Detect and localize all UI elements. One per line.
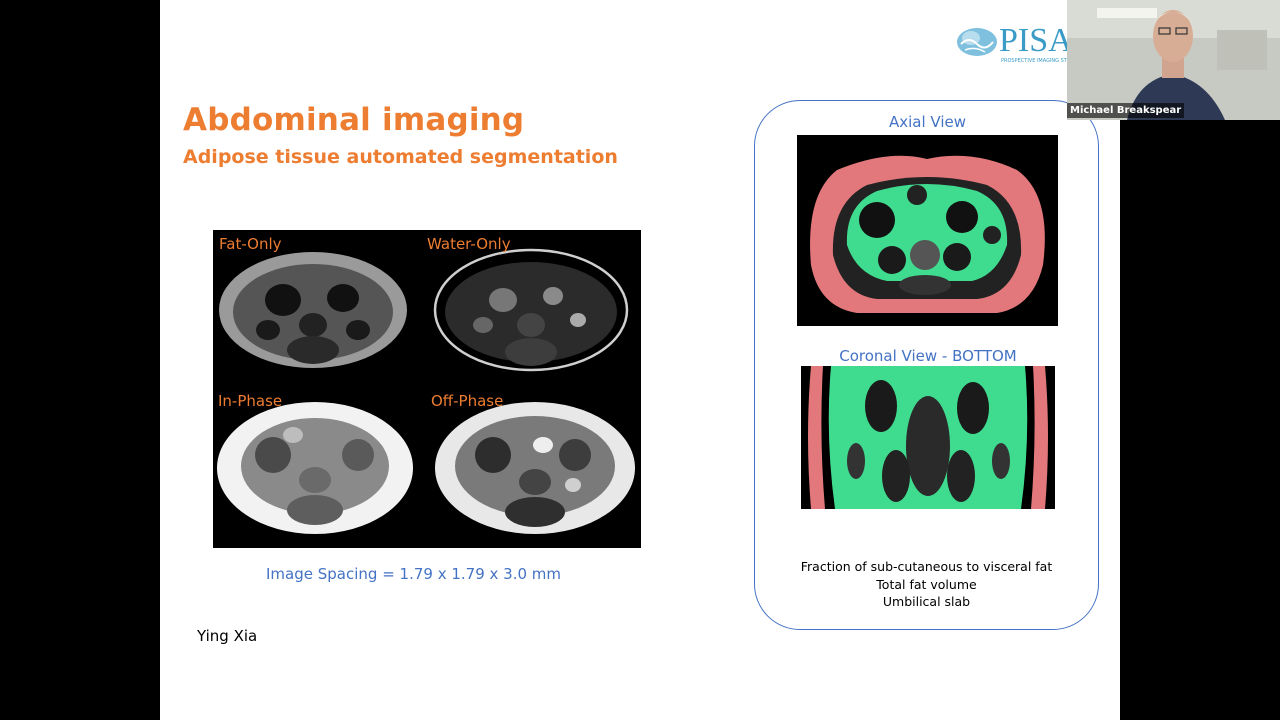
note-fraction: Fraction of sub-cutaneous to visceral fa… bbox=[800, 559, 1053, 574]
mri-label-water-only: Water-Only bbox=[427, 235, 511, 253]
axial-view-title: Axial View bbox=[888, 113, 967, 131]
participant-name-label: Michael Breakspear bbox=[1067, 103, 1185, 118]
in-phase-scan bbox=[217, 402, 413, 534]
pisa-logo: PISA PROSPECTIVE IMAGING STUDY bbox=[955, 22, 1078, 66]
mri-label-fat-only: Fat-Only bbox=[219, 235, 282, 253]
slide-subtitle: Adipose tissue automated segmentation bbox=[183, 146, 618, 168]
segmentation-notes: Fraction of sub-cutaneous to visceral fa… bbox=[754, 558, 1099, 611]
note-umbilical-slab: Umbilical slab bbox=[882, 594, 971, 609]
brain-logo-icon bbox=[957, 28, 997, 56]
slide-title: Abdominal imaging bbox=[183, 102, 525, 138]
mri-label-off-phase: Off-Phase bbox=[431, 392, 504, 410]
logo-text: PISA bbox=[999, 22, 1073, 59]
coronal-view-title: Coronal View - BOTTOM bbox=[839, 347, 1017, 365]
mri-scans-image bbox=[217, 248, 635, 534]
mri-label-in-phase: In-Phase bbox=[218, 392, 283, 410]
coronal-segmentation-image bbox=[808, 366, 1048, 509]
author-name: Ying Xia bbox=[197, 627, 258, 645]
note-total-volume: Total fat volume bbox=[876, 576, 977, 592]
image-spacing-caption: Image Spacing = 1.79 x 1.79 x 3.0 mm bbox=[266, 565, 561, 583]
mri-image-grid: Fat-Only Water-Only In-Phase Off-Phase bbox=[213, 230, 641, 548]
participant-video-tile[interactable]: Michael Breakspear bbox=[1067, 0, 1280, 120]
presentation-slide: PISA PROSPECTIVE IMAGING STUDY Abdominal… bbox=[160, 0, 1120, 720]
off-phase-scan bbox=[435, 402, 635, 534]
axial-view-image bbox=[797, 135, 1058, 326]
water-only-scan bbox=[433, 248, 629, 372]
logo-tagline: PROSPECTIVE IMAGING STUDY bbox=[1001, 58, 1078, 64]
coronal-view-image bbox=[801, 366, 1055, 509]
participant-video-frame bbox=[1067, 0, 1280, 120]
axial-segmentation-image bbox=[810, 155, 1045, 313]
fat-only-scan bbox=[219, 252, 407, 368]
